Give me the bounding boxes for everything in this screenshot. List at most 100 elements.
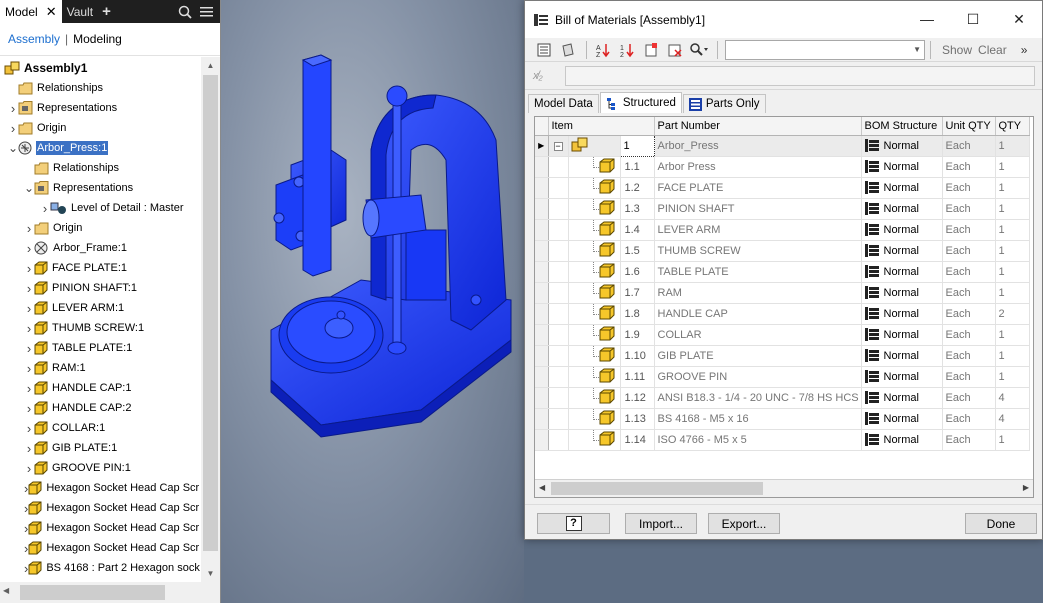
minimize-icon[interactable]: — xyxy=(904,11,950,28)
expand-icon[interactable]: › xyxy=(24,281,34,296)
tree-item[interactable]: › LEVER ARM:1 xyxy=(0,298,200,318)
table-row[interactable]: 1.7 RAM Normal Each 1 xyxy=(535,282,1030,304)
row-selector[interactable] xyxy=(535,324,549,346)
row-selector[interactable] xyxy=(535,303,549,325)
unit-qty[interactable]: Each xyxy=(942,261,996,283)
tab-vault[interactable]: Vault xyxy=(62,0,98,23)
expand-icon[interactable]: › xyxy=(24,321,34,336)
bom-structure-cell[interactable]: Normal xyxy=(861,198,943,220)
formula-icon[interactable]: x̸₂ xyxy=(533,70,559,82)
export-button[interactable]: Export... xyxy=(708,513,780,534)
row-selector[interactable] xyxy=(535,156,549,178)
bom-structure-cell[interactable]: Normal xyxy=(861,135,943,157)
expand-icon[interactable]: › xyxy=(24,441,34,456)
tab-structured[interactable]: Structured xyxy=(599,92,682,113)
bom-structure-cell[interactable]: Normal xyxy=(861,324,943,346)
tree-item[interactable]: › Origin xyxy=(0,218,200,238)
row-selector[interactable]: ▶ xyxy=(535,135,549,157)
part-number[interactable]: TABLE PLATE xyxy=(654,261,862,283)
part-number[interactable]: Arbor_Press xyxy=(654,135,862,157)
bom-structure-cell[interactable]: Normal xyxy=(861,240,943,262)
tree-item[interactable]: › GIB PLATE:1 xyxy=(0,438,200,458)
unit-qty[interactable]: Each xyxy=(942,282,996,304)
unit-qty[interactable]: Each xyxy=(942,240,996,262)
collapse-icon[interactable]: − xyxy=(553,141,563,151)
tree-item[interactable]: › BS 4168 : Part 2 Hexagon sock xyxy=(0,558,200,578)
table-row[interactable]: 1.12 ANSI B18.3 - 1/4 - 20 UNC - 7/8 HS H… xyxy=(535,387,1030,409)
part-number[interactable]: Arbor Press xyxy=(654,156,862,178)
export-bom-icon[interactable] xyxy=(557,40,579,60)
part-number[interactable]: FACE PLATE xyxy=(654,177,862,199)
unit-qty[interactable]: Each xyxy=(942,156,996,178)
part-number[interactable]: RAM xyxy=(654,282,862,304)
tree-item[interactable]: › Hexagon Socket Head Cap Scr xyxy=(0,518,200,538)
bom-structure-cell[interactable]: Normal xyxy=(861,387,943,409)
tree-item[interactable]: › Hexagon Socket Head Cap Scr xyxy=(0,538,200,558)
tree-item[interactable]: › Hexagon Socket Head Cap Scr xyxy=(0,478,200,498)
close-icon[interactable]: ✕ xyxy=(996,11,1042,28)
tree-item[interactable]: › Level of Detail : Master xyxy=(0,198,200,218)
tree-item[interactable]: › HANDLE CAP:1 xyxy=(0,378,200,398)
tree-item[interactable]: ⌄ Arbor_Press:1 xyxy=(0,138,200,158)
part-number[interactable]: GIB PLATE xyxy=(654,345,862,367)
table-row[interactable]: ▶ −1 Arbor_Press Normal Each 1 xyxy=(535,134,1030,157)
scroll-left-icon[interactable]: ◀ xyxy=(539,483,545,492)
column-header-part-number[interactable]: Part Number xyxy=(654,117,862,136)
item-number[interactable]: 1.14 xyxy=(620,429,655,451)
table-row[interactable]: 1.5 THUMB SCREW Normal Each 1 xyxy=(535,240,1030,262)
expand-icon[interactable]: › xyxy=(40,201,50,216)
part-number[interactable]: LEVER ARM xyxy=(654,219,862,241)
unit-qty[interactable]: Each xyxy=(942,429,996,451)
row-selector[interactable] xyxy=(535,387,549,409)
toolbar-overflow-icon[interactable]: » xyxy=(1021,43,1028,57)
collapse-icon[interactable]: ⌄ xyxy=(24,181,34,195)
table-row[interactable]: 1.2 FACE PLATE Normal Each 1 xyxy=(535,177,1030,199)
tree-item[interactable]: › FACE PLATE:1 xyxy=(0,258,200,278)
formula-input[interactable] xyxy=(565,65,1035,86)
column-header-unit-qty[interactable]: Unit QTY xyxy=(942,117,996,136)
qty[interactable]: 1 xyxy=(995,261,1030,283)
item-number[interactable]: 1 xyxy=(619,134,655,157)
table-row[interactable]: 1.3 PINION SHAFT Normal Each 1 xyxy=(535,198,1030,220)
filter-combo[interactable]: ▼ xyxy=(725,39,925,60)
3d-viewport[interactable] xyxy=(221,0,524,603)
part-number[interactable]: GROOVE PIN xyxy=(654,366,862,388)
search-icon[interactable] xyxy=(178,5,192,19)
qty[interactable]: 1 xyxy=(995,345,1030,367)
item-number[interactable]: 1.2 xyxy=(620,177,655,199)
part-number[interactable]: BS 4168 - M5 x 16 xyxy=(654,408,862,430)
item-number[interactable]: 1.7 xyxy=(620,282,655,304)
tab-parts-only[interactable]: Parts Only xyxy=(682,94,766,113)
renumber-icon[interactable]: 12 xyxy=(616,40,638,60)
expand-icon[interactable]: › xyxy=(24,461,34,476)
qty[interactable]: 1 xyxy=(995,429,1030,451)
part-number[interactable]: ANSI B18.3 - 1/4 - 20 UNC - 7/8 HS HCS xyxy=(654,387,862,409)
row-selector[interactable] xyxy=(535,408,549,430)
import-button[interactable]: Import... xyxy=(625,513,697,534)
row-selector[interactable] xyxy=(535,366,549,388)
bom-structure-cell[interactable]: Normal xyxy=(861,261,943,283)
unit-qty[interactable]: Each xyxy=(942,345,996,367)
expand-icon[interactable]: › xyxy=(24,301,34,316)
table-row[interactable]: 1.11 GROOVE PIN Normal Each 1 xyxy=(535,366,1030,388)
tree-item[interactable]: › PINION SHAFT:1 xyxy=(0,278,200,298)
qty[interactable]: 2 xyxy=(995,303,1030,325)
expand-icon[interactable]: › xyxy=(24,341,34,356)
row-selector[interactable] xyxy=(535,240,549,262)
unit-qty[interactable]: Each xyxy=(942,366,996,388)
row-selector[interactable] xyxy=(535,261,549,283)
bom-structure-cell[interactable]: Normal xyxy=(861,177,943,199)
expand-icon[interactable]: › xyxy=(24,241,34,256)
qty[interactable]: 1 xyxy=(995,324,1030,346)
table-row[interactable]: 1.13 BS 4168 - M5 x 16 Normal Each 4 xyxy=(535,408,1030,430)
tab-model-data[interactable]: Model Data xyxy=(528,94,599,113)
remove-custom-part-icon[interactable] xyxy=(664,40,686,60)
expand-icon[interactable]: › xyxy=(24,401,34,416)
tree-item[interactable]: › RAM:1 xyxy=(0,358,200,378)
clear-button[interactable]: Clear xyxy=(978,43,1007,57)
unit-qty[interactable]: Each xyxy=(942,303,996,325)
item-number[interactable]: 1.8 xyxy=(620,303,655,325)
item-number[interactable]: 1.11 xyxy=(620,366,655,388)
unit-qty[interactable]: Each xyxy=(942,135,996,157)
qty[interactable]: 1 xyxy=(995,366,1030,388)
